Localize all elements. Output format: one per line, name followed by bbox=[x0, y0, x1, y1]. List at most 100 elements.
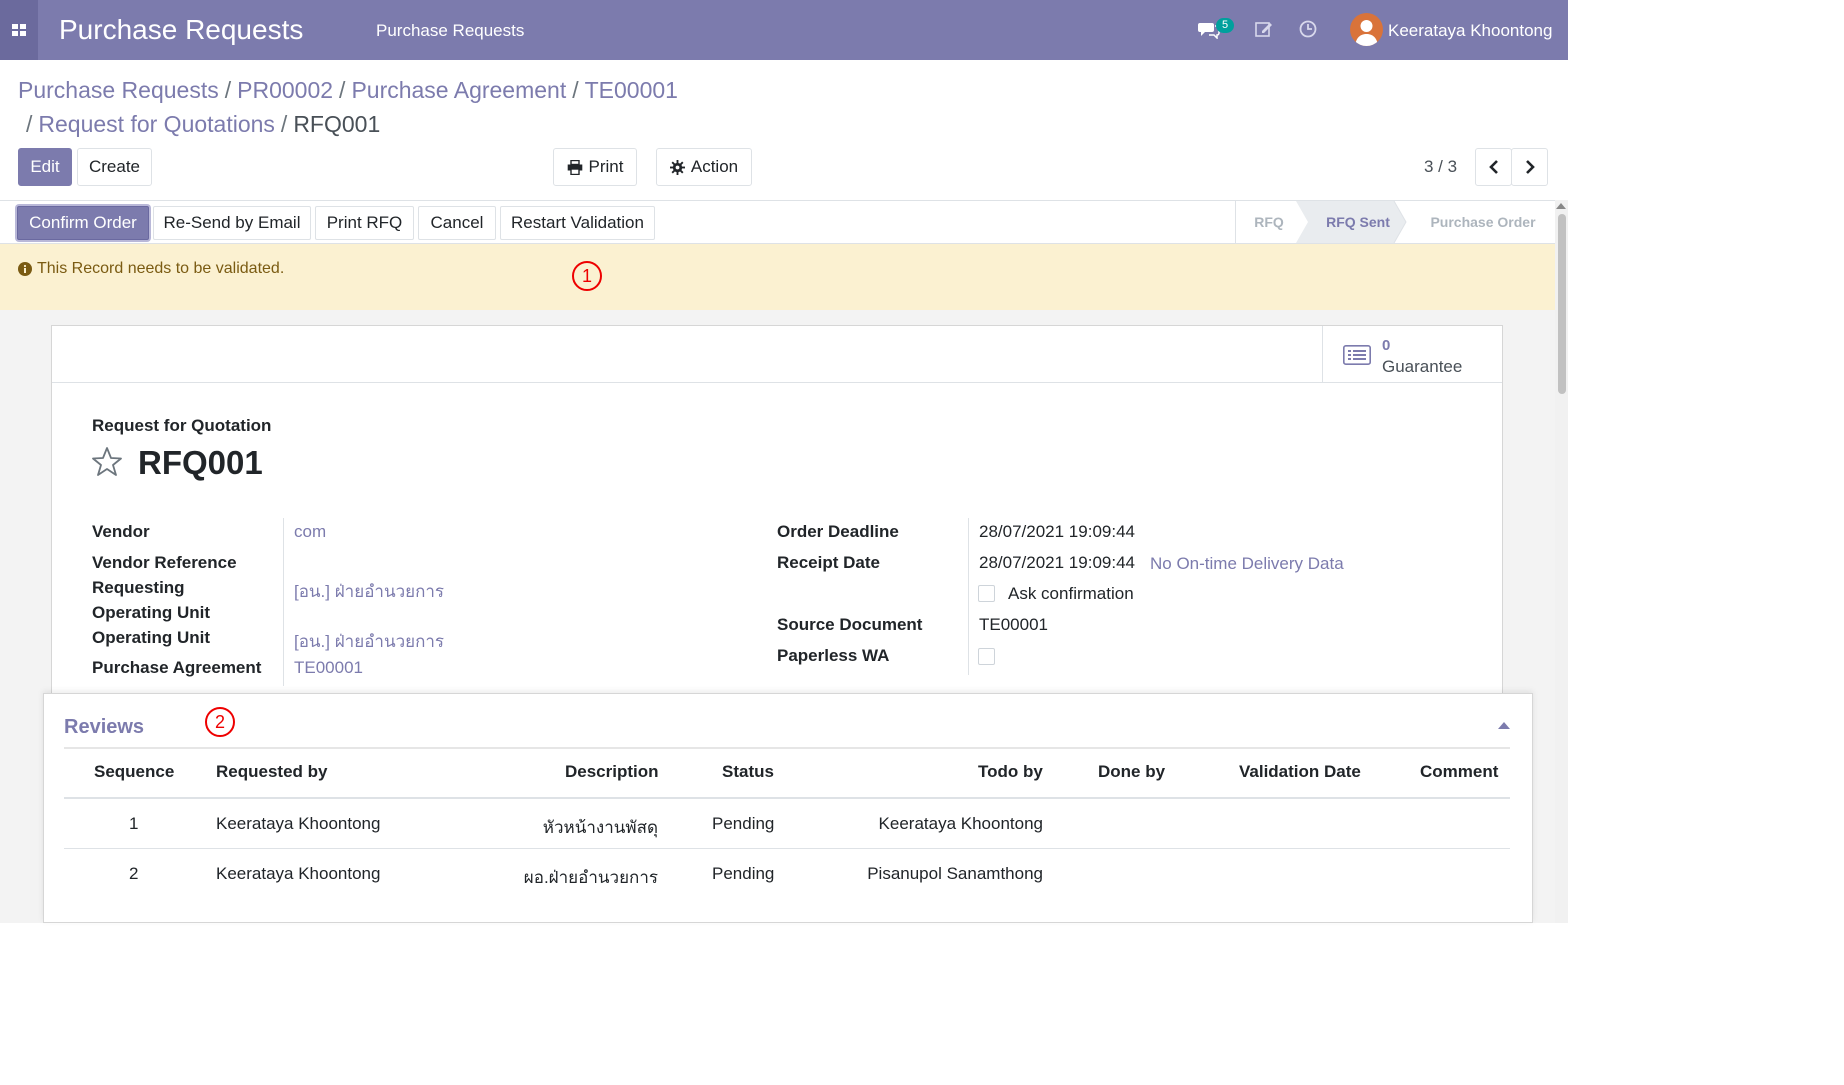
restart-validation-button[interactable]: Restart Validation bbox=[500, 206, 655, 240]
document-name: RFQ001 bbox=[138, 444, 263, 481]
breadcrumb-line-2: / Request for Quotations / RFQ001 bbox=[26, 111, 381, 137]
clock-icon bbox=[1299, 20, 1317, 38]
star-icon[interactable] bbox=[91, 446, 123, 478]
pager-value[interactable]: 3 / 3 bbox=[1424, 157, 1457, 177]
apps-grid-icon bbox=[12, 24, 26, 36]
breadcrumb-item[interactable]: TE00001 bbox=[585, 77, 678, 103]
edit-button[interactable]: Edit bbox=[18, 148, 72, 186]
guarantee-smart-button[interactable]: 0 Guarantee bbox=[1322, 326, 1503, 382]
scroll-up-arrow-icon[interactable] bbox=[1556, 203, 1566, 209]
print-button[interactable]: Print bbox=[553, 148, 637, 186]
gear-icon bbox=[669, 159, 685, 175]
cell-description: ผอ.ฝ่ายอำนวยการ bbox=[523, 868, 658, 887]
reviews-panel bbox=[43, 693, 1533, 923]
activity-button[interactable] bbox=[1253, 18, 1275, 40]
column-header-done-by: Done by bbox=[1098, 762, 1166, 781]
guarantee-label: Guarantee bbox=[1382, 357, 1463, 376]
reviews-title-underline bbox=[64, 747, 1510, 749]
create-button[interactable]: Create bbox=[77, 148, 152, 186]
messages-count-badge: 5 bbox=[1216, 18, 1234, 33]
user-menu[interactable]: Keerataya Khoontong bbox=[1388, 21, 1552, 41]
purchase-agreement-value[interactable]: TE00001 bbox=[294, 658, 363, 678]
avatar[interactable] bbox=[1350, 13, 1383, 46]
source-document-value: TE00001 bbox=[979, 615, 1048, 634]
caret-up-icon[interactable] bbox=[1498, 722, 1510, 729]
table-row-divider bbox=[64, 848, 1510, 849]
cell-sequence: 1 bbox=[129, 814, 139, 833]
cell-status: Pending bbox=[712, 864, 775, 883]
source-document-label: Source Document bbox=[777, 615, 923, 634]
menu-item-purchase-requests[interactable]: Purchase Requests bbox=[376, 21, 524, 41]
vendor-value[interactable]: com bbox=[294, 522, 326, 542]
cell-todo-by: Pisanupol Sanamthong bbox=[867, 864, 1043, 883]
cancel-button[interactable]: Cancel bbox=[418, 206, 496, 240]
on-time-delivery-link[interactable]: No On-time Delivery Data bbox=[1150, 554, 1344, 574]
column-header-description: Description bbox=[565, 762, 659, 781]
stage-rfq[interactable]: RFQ bbox=[1236, 201, 1302, 243]
top-navbar: Purchase Requests Purchase Requests 5 Ke… bbox=[0, 0, 1568, 60]
document-type-label: Request for Quotation bbox=[92, 416, 272, 435]
requesting-operating-unit-label: Operating Unit bbox=[92, 603, 211, 622]
annotation-marker-1: 1 bbox=[572, 261, 602, 291]
action-button[interactable]: Action bbox=[656, 148, 752, 186]
chevron-left-icon bbox=[1488, 160, 1498, 174]
order-deadline-label: Order Deadline bbox=[777, 522, 899, 541]
stage-rfq-sent[interactable]: RFQ Sent bbox=[1310, 201, 1406, 243]
pager-next-button[interactable] bbox=[1511, 148, 1548, 186]
annotation-marker-2: 2 bbox=[205, 707, 235, 737]
info-icon bbox=[18, 262, 32, 276]
vendor-reference-label: Vendor Reference bbox=[92, 553, 237, 572]
pager-previous-button[interactable] bbox=[1475, 148, 1512, 186]
receipt-date-label: Receipt Date bbox=[777, 553, 880, 572]
timesheet-button[interactable] bbox=[1297, 18, 1319, 40]
resend-email-button[interactable]: Re-Send by Email bbox=[153, 206, 311, 240]
app-title: Purchase Requests bbox=[59, 14, 304, 45]
column-header-status: Status bbox=[722, 762, 774, 781]
paperless-wa-label: Paperless WA bbox=[777, 646, 890, 665]
scrollbar-thumb[interactable] bbox=[1558, 214, 1566, 394]
order-deadline-value: 28/07/2021 19:09:44 bbox=[979, 522, 1135, 541]
column-header-comment: Comment bbox=[1420, 762, 1499, 781]
apps-menu-button[interactable] bbox=[0, 0, 38, 60]
cell-status: Pending bbox=[712, 814, 775, 833]
column-header-sequence: Sequence bbox=[94, 762, 175, 781]
cell-description: หัวหน้างานพัสดุ bbox=[542, 818, 658, 837]
reviews-title[interactable]: Reviews bbox=[64, 716, 144, 739]
print-icon bbox=[567, 159, 582, 175]
edit-note-icon bbox=[1255, 22, 1272, 37]
breadcrumb-item[interactable]: Request for Quotations bbox=[38, 111, 275, 137]
paperless-wa-checkbox[interactable] bbox=[978, 648, 995, 665]
breadcrumb-item[interactable]: Purchase Requests bbox=[18, 77, 219, 103]
column-header-todo-by: Todo by bbox=[978, 762, 1043, 781]
chevron-right-icon bbox=[1525, 160, 1535, 174]
right-group-divider bbox=[968, 518, 969, 675]
alert-message: This Record needs to be validated. bbox=[37, 260, 285, 277]
action-button-label: Action bbox=[690, 157, 739, 176]
list-icon bbox=[1343, 345, 1371, 365]
ask-confirmation-checkbox[interactable] bbox=[978, 585, 995, 602]
breadcrumb-item[interactable]: Purchase Agreement bbox=[351, 77, 566, 103]
operating-unit-value[interactable]: [อน.] ฝ่ายอำนวยการ bbox=[294, 628, 444, 655]
ask-confirmation-label: Ask confirmation bbox=[1008, 584, 1134, 603]
breadcrumb-item[interactable]: PR00002 bbox=[237, 77, 333, 103]
stage-purchase-order[interactable]: Purchase Order bbox=[1414, 201, 1552, 243]
breadcrumb: Purchase Requests / PR00002/Purchase Agree… bbox=[18, 77, 678, 103]
cell-sequence: 2 bbox=[129, 864, 139, 883]
validation-alert: This Record needs to be validated. bbox=[0, 244, 1568, 310]
table-header-divider bbox=[64, 797, 1510, 799]
print-button-label: Print bbox=[588, 157, 624, 176]
print-rfq-button[interactable]: Print RFQ bbox=[315, 206, 414, 240]
confirm-order-button[interactable]: Confirm Order bbox=[17, 206, 149, 240]
guarantee-count: 0 bbox=[1382, 337, 1391, 354]
requesting-label: Requesting bbox=[92, 578, 185, 597]
left-group-divider bbox=[283, 518, 284, 686]
smart-button-box: 0 Guarantee bbox=[52, 326, 1502, 383]
requesting-operating-unit-value[interactable]: [อน.] ฝ่ายอำนวยการ bbox=[294, 578, 444, 605]
purchase-agreement-label: Purchase Agreement bbox=[92, 658, 262, 677]
column-header-validation-date: Validation Date bbox=[1239, 762, 1361, 781]
form-statusbar: Confirm Order Re-Send by Email Print RFQ… bbox=[0, 200, 1568, 244]
cell-requested-by: Keerataya Khoontong bbox=[216, 814, 381, 833]
receipt-date-value: 28/07/2021 19:09:44 bbox=[979, 553, 1135, 572]
column-header-requested-by: Requested by bbox=[216, 762, 328, 781]
vendor-label: Vendor bbox=[92, 522, 150, 541]
